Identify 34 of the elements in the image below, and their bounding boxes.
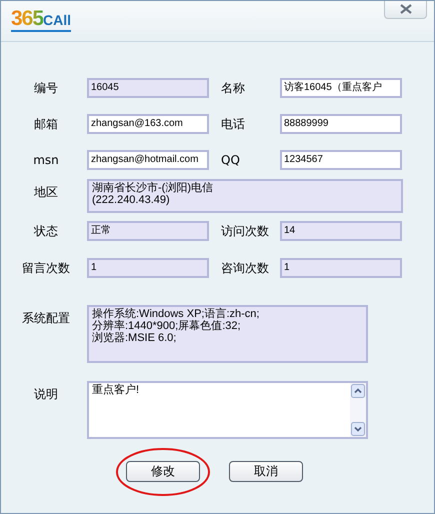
input-field[interactable]: zhangsan@hotmail.com xyxy=(87,150,209,170)
field-label: 咨询次数 xyxy=(221,260,270,277)
dialog-button[interactable]: 取消 xyxy=(229,461,303,482)
field-label: 电话 xyxy=(221,116,246,133)
input-field[interactable]: 88889999 xyxy=(280,114,402,134)
dialog-button[interactable]: 修改 xyxy=(126,461,200,482)
field-label: 说明 xyxy=(33,386,59,403)
close-icon xyxy=(398,4,412,14)
text-area: 操作系统:Windows XP;语言:zh-cn; 分辨率:1440*900;屏幕色值:32; 浏览器:MSIE 6.0; xyxy=(87,305,368,363)
input-field[interactable]: 1234567 xyxy=(280,150,402,170)
readonly-field: 正常 xyxy=(87,221,209,241)
field-label: 名称 xyxy=(221,80,246,97)
field-label: msn xyxy=(32,152,60,169)
scroll-up-icon[interactable] xyxy=(351,384,365,398)
readonly-field: 14 xyxy=(280,221,402,241)
field-label: QQ xyxy=(221,152,241,169)
logo: 365CAll xyxy=(11,10,72,32)
input-field[interactable]: 访客16045（重点客户 xyxy=(280,78,402,98)
readonly-field: 1 xyxy=(280,258,402,278)
readonly-field: 16045 xyxy=(87,78,209,98)
field-label: 状态 xyxy=(33,223,59,240)
scrollbar[interactable] xyxy=(350,383,366,437)
readonly-field: 1 xyxy=(87,258,209,278)
close-button[interactable] xyxy=(384,1,427,19)
text-area: 湖南省长沙市-(浏阳)电信 (222.240.43.49) xyxy=(87,179,403,213)
field-label: 访问次数 xyxy=(221,223,270,240)
text-area[interactable]: 重点客户! xyxy=(87,381,368,439)
field-label: 地区 xyxy=(33,184,59,201)
input-field[interactable]: zhangsan@163.com xyxy=(87,114,209,134)
field-label: 邮箱 xyxy=(33,116,59,133)
scroll-down-icon[interactable] xyxy=(351,422,365,436)
field-label: 编号 xyxy=(33,80,59,97)
field-label: 系统配置 xyxy=(21,310,71,327)
field-label: 留言次数 xyxy=(21,260,71,277)
